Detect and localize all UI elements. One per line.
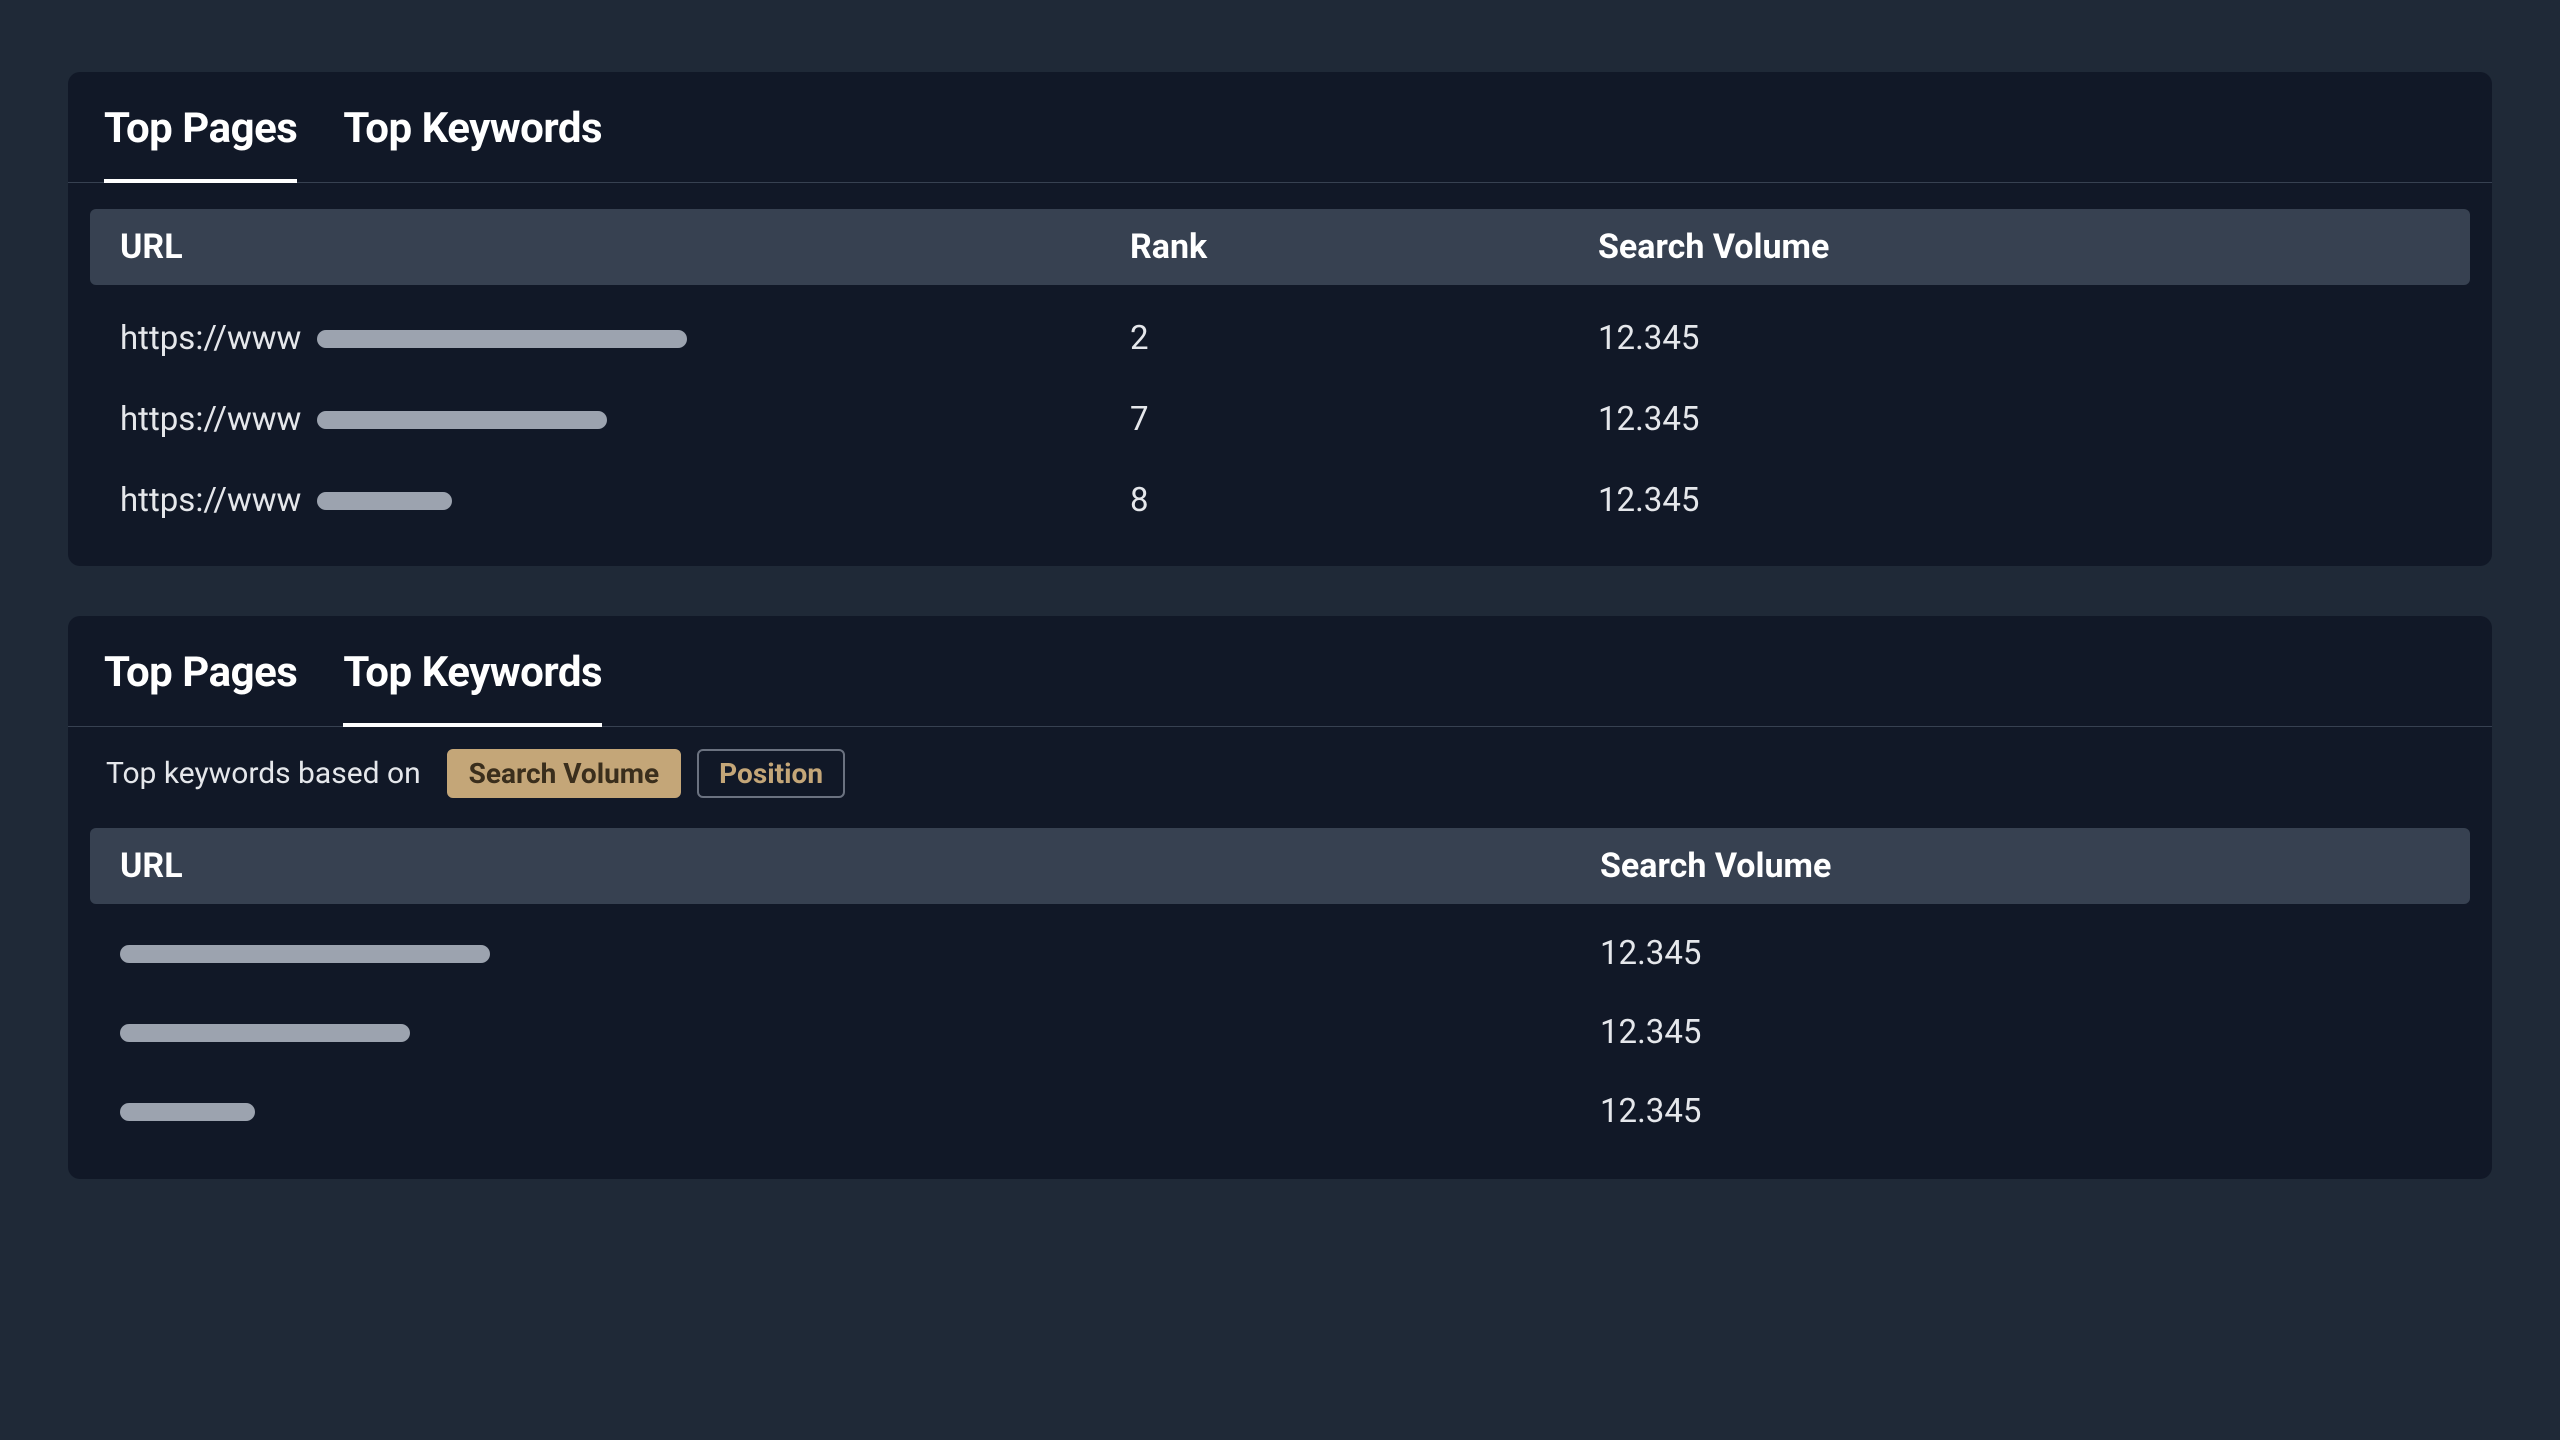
url-text[interactable]: https://www	[120, 319, 301, 358]
cell-url: https://www	[120, 319, 1130, 358]
panel1-body: URL Rank Search Volume https://www 2 12.…	[68, 209, 2492, 566]
tabs-panel2: Top Pages Top Keywords	[68, 616, 2492, 727]
cell-search-volume: 12.345	[1600, 1013, 2440, 1052]
cell-rank: 2	[1130, 319, 1598, 358]
url-text[interactable]: https://www	[120, 400, 301, 439]
cell-search-volume: 12.345	[1598, 400, 2440, 439]
tab-top-keywords[interactable]: Top Keywords	[343, 104, 602, 182]
cell-search-volume: 12.345	[1598, 481, 2440, 520]
placeholder-bar	[317, 492, 452, 510]
table-row: https://www 2 12.345	[90, 285, 2470, 366]
cell-url	[120, 1024, 1600, 1042]
placeholder-bar	[120, 1103, 255, 1121]
table-header-panel2: URL Search Volume	[90, 828, 2470, 904]
tab-top-pages[interactable]: Top Pages	[104, 648, 297, 726]
filter-position-button[interactable]: Position	[697, 749, 845, 798]
cell-url	[120, 945, 1600, 963]
tab-top-pages[interactable]: Top Pages	[104, 104, 297, 183]
filter-label: Top keywords based on	[106, 756, 421, 791]
placeholder-bar	[317, 330, 687, 348]
filter-row: Top keywords based on Search Volume Posi…	[90, 727, 2470, 824]
cell-url	[120, 1103, 1600, 1121]
header-rank: Rank	[1130, 227, 1598, 267]
filter-search-volume-button[interactable]: Search Volume	[447, 749, 682, 798]
table-row: https://www 7 12.345	[90, 366, 2470, 447]
panel2-body: Top keywords based on Search Volume Posi…	[68, 727, 2492, 1179]
table-row: 12.345	[90, 904, 2470, 983]
header-url: URL	[120, 846, 1600, 886]
table-row: 12.345	[90, 983, 2470, 1062]
header-search-volume: Search Volume	[1600, 846, 2440, 886]
tabs-panel1: Top Pages Top Keywords	[68, 72, 2492, 183]
top-keywords-panel: Top Pages Top Keywords Top keywords base…	[68, 616, 2492, 1179]
table-row: https://www 8 12.345	[90, 447, 2470, 528]
top-pages-panel: Top Pages Top Keywords URL Rank Search V…	[68, 72, 2492, 566]
cell-rank: 7	[1130, 400, 1598, 439]
cell-search-volume: 12.345	[1600, 934, 2440, 973]
placeholder-bar	[317, 411, 607, 429]
tab-top-keywords[interactable]: Top Keywords	[343, 648, 602, 727]
header-url: URL	[120, 227, 1130, 267]
cell-rank: 8	[1130, 481, 1598, 520]
cell-url: https://www	[120, 400, 1130, 439]
cell-search-volume: 12.345	[1598, 319, 2440, 358]
header-search-volume: Search Volume	[1598, 227, 2440, 267]
url-text[interactable]: https://www	[120, 481, 301, 520]
table-row: 12.345	[90, 1062, 2470, 1141]
table-header-panel1: URL Rank Search Volume	[90, 209, 2470, 285]
cell-search-volume: 12.345	[1600, 1092, 2440, 1131]
cell-url: https://www	[120, 481, 1130, 520]
filter-buttons: Search Volume Position	[447, 749, 845, 798]
placeholder-bar	[120, 945, 490, 963]
placeholder-bar	[120, 1024, 410, 1042]
